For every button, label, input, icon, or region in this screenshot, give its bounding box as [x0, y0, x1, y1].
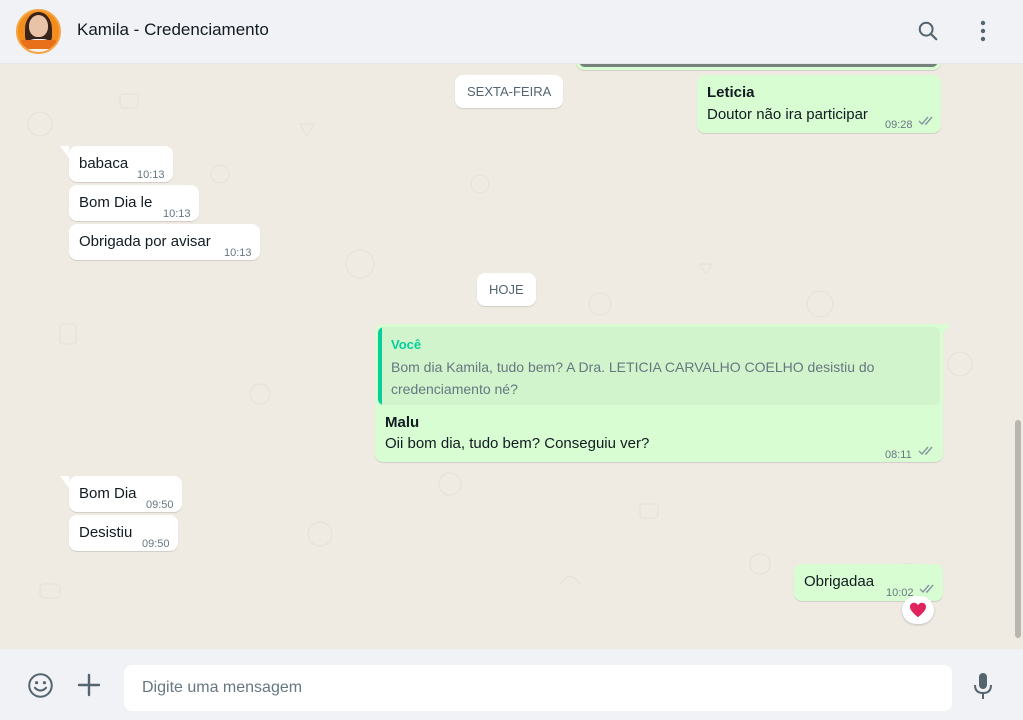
quoted-text: Bom dia Kamila, tudo bem? A Dra. LETICIA… [391, 359, 875, 397]
message-text: Obrigada por avisar [79, 233, 211, 250]
message-time: 10:13 [163, 208, 191, 220]
message-text: babaca [79, 155, 129, 172]
contact-name[interactable]: Kamila - Credenciamento [77, 20, 269, 40]
heart-emoji-icon [910, 602, 926, 618]
message-input[interactable] [124, 665, 952, 711]
composer-bar [0, 649, 1023, 720]
reaction-heart-emoji[interactable] [902, 596, 934, 624]
message-incoming[interactable]: Bom Dia le 10:13 [69, 185, 199, 221]
message-time: 10:13 [224, 247, 252, 259]
plus-icon[interactable] [74, 670, 104, 700]
contact-avatar[interactable] [16, 9, 61, 54]
message-outgoing[interactable]: Leticia Doutor não ira participar 09:28 [697, 75, 941, 133]
read-ticks-icon [918, 116, 933, 126]
message-text: Oii bom dia, tudo bem? Conseguiu ver? [385, 435, 650, 452]
read-ticks-icon [919, 584, 934, 594]
microphone-icon[interactable] [968, 671, 998, 701]
search-icon[interactable] [915, 18, 941, 44]
chat-header: Kamila - Credenciamento [0, 0, 1023, 64]
message-time: 10:13 [137, 169, 165, 181]
message-list[interactable]: SEXTA-FEIRA Leticia Doutor não ira parti… [0, 64, 1023, 649]
message-outgoing-reply[interactable]: Você Bom dia Kamila, tudo bem? A Dra. LE… [375, 324, 943, 462]
message-incoming[interactable]: Bom Dia 09:50 [69, 476, 182, 512]
quoted-author: Você [391, 337, 422, 352]
message-time: 09:50 [142, 538, 170, 550]
quoted-message[interactable]: Você Bom dia Kamila, tudo bem? A Dra. LE… [378, 327, 940, 405]
message-text: Desistiu [79, 524, 133, 541]
message-text: Doutor não ira participar [707, 106, 868, 123]
message-time: 08:11 [885, 449, 912, 461]
message-text: Bom Dia [79, 485, 137, 502]
message-time: 09:50 [146, 499, 174, 511]
date-chip-sexta-feira: SEXTA-FEIRA [455, 75, 564, 108]
read-ticks-icon [918, 446, 933, 456]
scrollbar-thumb[interactable] [1015, 420, 1021, 638]
emoji-icon[interactable] [25, 670, 55, 700]
date-chip-hoje: HOJE [477, 273, 536, 306]
kebab-menu-icon[interactable] [970, 18, 996, 44]
message-incoming[interactable]: babaca 10:13 [69, 146, 173, 182]
previous-message-partial [576, 64, 941, 70]
message-incoming[interactable]: Obrigada por avisar 10:13 [69, 224, 260, 260]
message-time: 09:28 [885, 119, 913, 131]
sender-name: Leticia [707, 84, 755, 101]
message-text: Bom Dia le [79, 194, 153, 211]
sender-name: Malu [385, 414, 420, 431]
message-incoming[interactable]: Desistiu 09:50 [69, 515, 178, 551]
message-text: Obrigadaa [804, 573, 875, 590]
